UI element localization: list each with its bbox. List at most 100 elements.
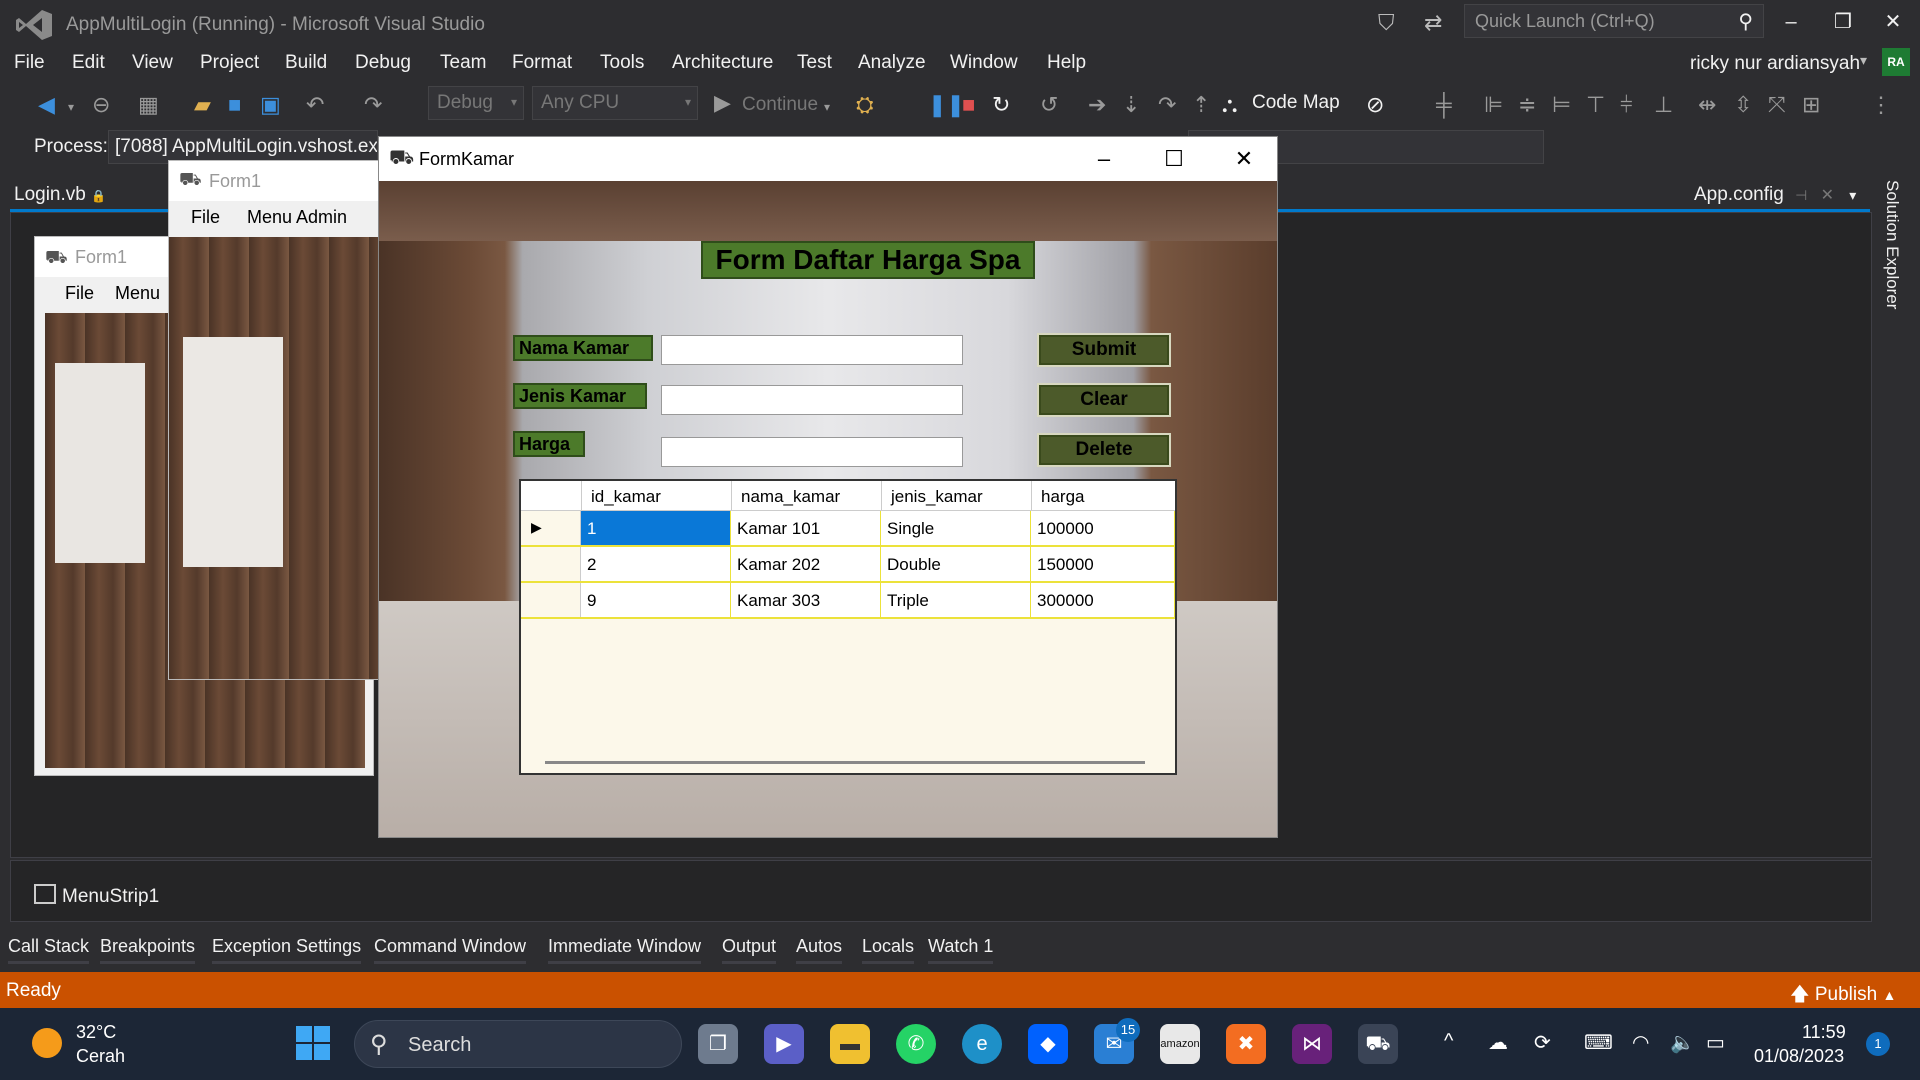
- cell-id-kamar[interactable]: 9: [581, 583, 731, 617]
- taskbar-search[interactable]: [354, 1020, 682, 1068]
- chevron-down-icon[interactable]: ▾: [1849, 187, 1856, 203]
- tab-call-stack[interactable]: Call Stack: [8, 936, 90, 964]
- step-over-icon[interactable]: ➔: [1088, 92, 1106, 118]
- save-all-icon[interactable]: ▣: [260, 92, 281, 118]
- tab-app-config[interactable]: App.config ⊣ ✕ ▾: [1694, 184, 1856, 206]
- pin-icon[interactable]: ⊣: [1795, 187, 1807, 203]
- tab-breakpoints[interactable]: Breakpoints: [100, 936, 196, 964]
- column-nama-kamar[interactable]: nama_kamar: [741, 487, 840, 507]
- start-button[interactable]: [296, 1026, 332, 1062]
- amazon-icon[interactable]: amazon: [1160, 1024, 1200, 1064]
- grid-icon[interactable]: ⊞: [1802, 92, 1820, 118]
- onedrive-icon[interactable]: ☁: [1488, 1030, 1508, 1055]
- filter-icon[interactable]: ⛉: [1378, 10, 1395, 36]
- menu-test[interactable]: Test: [797, 52, 832, 74]
- feedback-icon[interactable]: ⇄: [1424, 10, 1442, 36]
- table-row[interactable]: 2 Kamar 202 Double 150000: [521, 547, 1175, 583]
- row-header[interactable]: ▶: [521, 511, 581, 545]
- submit-button[interactable]: Submit: [1037, 333, 1171, 367]
- back-icon[interactable]: ◀: [38, 92, 55, 118]
- breakpoint-toggle-icon[interactable]: ⊘: [1366, 92, 1384, 118]
- align-right-icon[interactable]: ⊨: [1552, 92, 1571, 118]
- chevron-down-icon[interactable]: ▾: [1860, 52, 1867, 69]
- open-folder-icon[interactable]: ▰: [194, 92, 211, 118]
- cell-jenis-kamar[interactable]: Double: [881, 547, 1031, 581]
- dropbox-icon[interactable]: ◆: [1028, 1024, 1068, 1064]
- form-kamar-window[interactable]: ⛟ FormKamar – ☐ ✕ Form Daftar Harga Spa …: [378, 136, 1278, 838]
- harga-input[interactable]: [661, 437, 963, 467]
- cell-nama-kamar[interactable]: Kamar 303: [731, 583, 881, 617]
- align-top-icon[interactable]: ⊤: [1586, 92, 1605, 118]
- close-icon[interactable]: ✕: [1821, 187, 1834, 204]
- menu-debug[interactable]: Debug: [355, 52, 411, 74]
- column-harga[interactable]: harga: [1041, 487, 1084, 507]
- space-horizontal-icon[interactable]: ⇹: [1698, 92, 1716, 118]
- menu-file[interactable]: File: [14, 52, 45, 74]
- attach-icon[interactable]: ⛭: [856, 92, 874, 118]
- step-up-icon[interactable]: ⇡: [1192, 92, 1210, 118]
- jenis-kamar-input[interactable]: [661, 385, 963, 415]
- form1-menu-file[interactable]: File: [191, 207, 220, 228]
- minimize-button[interactable]: –: [1768, 6, 1814, 38]
- column-jenis-kamar[interactable]: jenis_kamar: [891, 487, 983, 507]
- save-icon[interactable]: ■: [228, 92, 241, 118]
- align-middle-icon[interactable]: ≑: [1518, 92, 1536, 118]
- tab-watch-1[interactable]: Watch 1: [928, 936, 994, 964]
- sync-icon[interactable]: ⟳: [1534, 1030, 1551, 1055]
- notification-badge[interactable]: 1: [1866, 1032, 1890, 1056]
- menu-team[interactable]: Team: [440, 52, 486, 74]
- align-center-icon[interactable]: ╪: [1436, 92, 1452, 118]
- maximize-button[interactable]: ❐: [1820, 6, 1866, 38]
- redo-icon[interactable]: ↷: [364, 92, 382, 118]
- chevron-down-icon[interactable]: ▾: [824, 100, 830, 114]
- align-bottom-icon[interactable]: ⊥: [1654, 92, 1673, 118]
- platform-select[interactable]: Any CPU ▾: [532, 86, 698, 120]
- tab-immediate-window[interactable]: Immediate Window: [548, 936, 702, 964]
- weather-sun-icon[interactable]: [32, 1028, 62, 1058]
- cell-id-kamar[interactable]: 1: [581, 511, 731, 545]
- undo-icon[interactable]: ↶: [306, 92, 324, 118]
- tab-locals[interactable]: Locals: [862, 936, 915, 964]
- tab-autos[interactable]: Autos: [796, 936, 843, 964]
- new-project-icon[interactable]: ▦: [138, 92, 159, 118]
- pause-icon[interactable]: ❚❚: [928, 92, 965, 118]
- align-vmiddle-icon[interactable]: ⫩: [1620, 92, 1633, 118]
- volume-icon[interactable]: 🔈: [1670, 1030, 1695, 1055]
- config-select[interactable]: Debug ▾: [428, 86, 524, 120]
- step-out-icon[interactable]: ↷: [1158, 92, 1176, 118]
- chevron-up-icon[interactable]: ^: [1444, 1030, 1453, 1053]
- task-view-icon[interactable]: ❐: [698, 1024, 738, 1064]
- restart-icon[interactable]: ↻: [992, 92, 1010, 118]
- cell-nama-kamar[interactable]: Kamar 101: [731, 511, 881, 545]
- bg-form-menu-file[interactable]: File: [65, 283, 94, 304]
- menu-analyze[interactable]: Analyze: [858, 52, 926, 74]
- clear-button[interactable]: Clear: [1037, 383, 1171, 417]
- tab-exception-settings[interactable]: Exception Settings: [212, 936, 362, 964]
- stop-icon[interactable]: ■: [962, 92, 975, 118]
- file-explorer-icon[interactable]: ▬: [830, 1024, 870, 1064]
- tab-command-window[interactable]: Command Window: [374, 936, 527, 964]
- cell-harga[interactable]: 100000: [1031, 511, 1175, 545]
- delete-button[interactable]: Delete: [1037, 433, 1171, 467]
- minimize-button[interactable]: –: [1079, 143, 1129, 175]
- menu-build[interactable]: Build: [285, 52, 327, 74]
- weather-temperature[interactable]: 32°C: [76, 1022, 116, 1043]
- teams-icon[interactable]: ▶: [764, 1024, 804, 1064]
- table-row[interactable]: 9 Kamar 303 Triple 300000: [521, 583, 1175, 619]
- close-button[interactable]: ✕: [1870, 6, 1916, 38]
- avatar[interactable]: RA: [1882, 48, 1910, 76]
- forward-icon[interactable]: ⊖: [92, 92, 110, 118]
- menu-edit[interactable]: Edit: [72, 52, 105, 74]
- step-into-icon[interactable]: ⇣: [1122, 92, 1140, 118]
- menu-tools[interactable]: Tools: [600, 52, 644, 74]
- tab-login-vb[interactable]: Login.vb 🔒: [14, 184, 106, 206]
- overflow-icon[interactable]: ⋮: [1870, 92, 1892, 118]
- maximize-button[interactable]: ☐: [1149, 143, 1199, 175]
- menu-format[interactable]: Format: [512, 52, 572, 74]
- data-grid[interactable]: id_kamar nama_kamar jenis_kamar harga ▶ …: [519, 479, 1177, 775]
- edge-icon[interactable]: e: [962, 1024, 1002, 1064]
- cell-harga[interactable]: 150000: [1031, 547, 1175, 581]
- weather-condition[interactable]: Cerah: [76, 1046, 125, 1067]
- menu-help[interactable]: Help: [1047, 52, 1086, 74]
- column-id-kamar[interactable]: id_kamar: [591, 487, 661, 507]
